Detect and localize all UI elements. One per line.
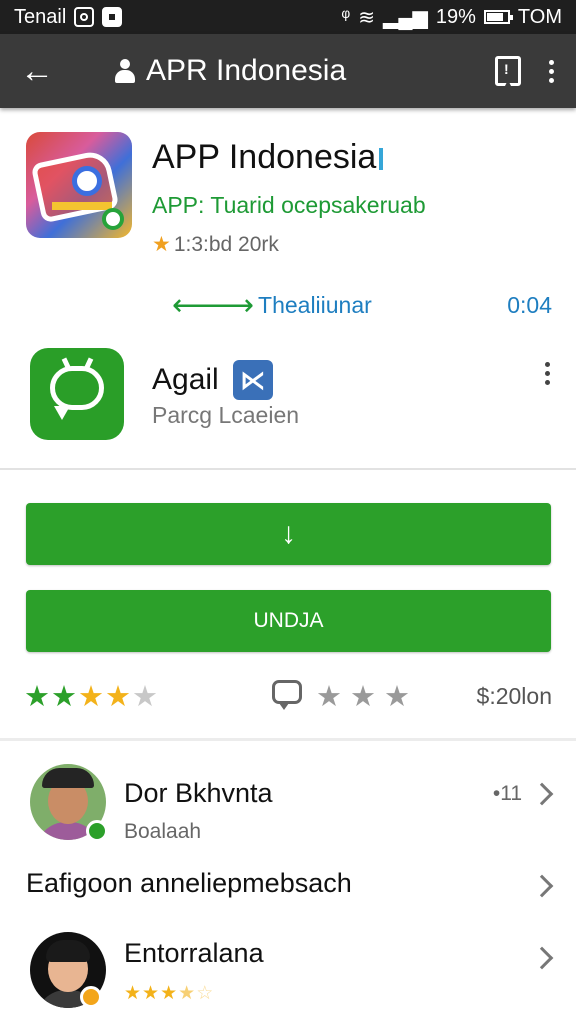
reviewer-name: Dor Bkhvnta: [124, 778, 273, 808]
back-arrow-icon[interactable]: ←: [0, 34, 74, 108]
review-item[interactable]: Dor Bkhvnta Boalaah •11: [0, 760, 576, 850]
battery-level: 19%: [435, 5, 476, 28]
vibrate-icon: ᵠ: [341, 5, 351, 28]
rate-stars[interactable]: ★ ★ ★: [316, 679, 410, 714]
star-icon: ★: [142, 983, 160, 1004]
app-name: Agail: [152, 363, 219, 396]
battery-icon: [483, 10, 513, 24]
duration: 0:04: [507, 292, 552, 318]
comment-icon[interactable]: [272, 680, 302, 710]
signal-icon: ▂▄▆: [382, 6, 428, 29]
verified-badge-icon: [86, 820, 108, 842]
app-meta: ★ 1:3:bd 20rk: [152, 232, 279, 257]
status-bar: Tenail ᵠ ≋ ▂▄▆ 19% TOM: [0, 0, 576, 34]
bookmark-icon[interactable]: !: [495, 56, 521, 86]
app-icon[interactable]: [30, 348, 124, 440]
carrier-label: Tenail: [14, 5, 67, 28]
app-meta-text: 1:3:bd 20rk: [173, 232, 279, 256]
rating-stars: ★ ★ ★ ★ ★: [24, 679, 158, 714]
app-name-group: Agail ⋉: [152, 360, 273, 400]
star-icon: ★: [51, 680, 77, 713]
app-icon[interactable]: [26, 132, 132, 238]
instagram-icon: [74, 7, 95, 27]
bookmark-glyph: !: [504, 61, 509, 77]
download-arrow-icon: ↓: [281, 517, 296, 550]
app-name: APP Indonesia: [152, 138, 383, 177]
chevron-right-icon[interactable]: [530, 874, 554, 898]
app-badge-icon: ⋉: [232, 360, 273, 400]
star-icon: ★: [152, 233, 171, 256]
star-icon: ★: [160, 983, 178, 1004]
more-vert-icon[interactable]: [545, 362, 550, 385]
review-count: •11: [492, 782, 522, 805]
section-divider: [0, 738, 576, 741]
download-button[interactable]: ↓: [26, 503, 551, 565]
star-icon: ★: [178, 983, 196, 1004]
link-label[interactable]: Thealiiunar: [258, 292, 372, 319]
reviewer-rating: ★ ★ ★ ★ ☆: [124, 982, 213, 1005]
clock: TOM: [517, 5, 562, 28]
page-title: APR Indonesia: [146, 54, 347, 87]
secondary-app-card[interactable]: Agail ⋉ Parcg Lcaeien: [0, 330, 576, 470]
review-text-row[interactable]: Eafigoon anneliepmebsach: [26, 868, 352, 899]
verified-badge-icon: [80, 986, 102, 1008]
featured-app-card[interactable]: APP Indonesia APP: Tuarid ocepsakeruab ★…: [0, 108, 576, 330]
chevron-right-icon[interactable]: [530, 946, 554, 970]
star-icon: ★: [78, 680, 104, 713]
swap-arrows-icon: ⟵⟶: [172, 289, 254, 322]
star-icon: ★: [132, 680, 158, 713]
star-icon: ★: [105, 680, 131, 713]
star-icon: ★: [24, 680, 50, 713]
star-icon[interactable]: ★: [350, 679, 376, 714]
review-item[interactable]: Entorralana: [0, 928, 576, 1024]
star-icon: ☆: [196, 983, 214, 1004]
reviewer-subtitle: Boalaah: [124, 820, 202, 843]
notification-icon: [102, 7, 123, 27]
more-vert-icon[interactable]: [549, 59, 554, 83]
star-icon[interactable]: ★: [316, 679, 342, 714]
reviewer-name: Entorralana: [124, 938, 264, 968]
price-label: $:20lon: [476, 682, 552, 709]
chevron-right-icon[interactable]: [530, 782, 554, 806]
developer-link[interactable]: APP: Tuarid ocepsakeruab: [152, 192, 426, 219]
star-icon: ★: [124, 983, 142, 1004]
wifi-icon: ≋: [358, 6, 375, 29]
link-row[interactable]: ⟵⟶ Thealiiunar 0:04: [172, 288, 552, 323]
app-subtitle: Parcg Lcaeien: [152, 402, 300, 428]
install-button[interactable]: UNDJA: [26, 590, 551, 652]
star-icon[interactable]: ★: [384, 679, 410, 714]
page-title-group: APR Indonesia: [114, 54, 495, 88]
person-icon: [114, 59, 136, 83]
app-bar: ← APR Indonesia !: [0, 34, 576, 108]
rating-row: ★ ★ ★ ★ ★ ★ ★ ★ $:20lon: [0, 668, 576, 724]
